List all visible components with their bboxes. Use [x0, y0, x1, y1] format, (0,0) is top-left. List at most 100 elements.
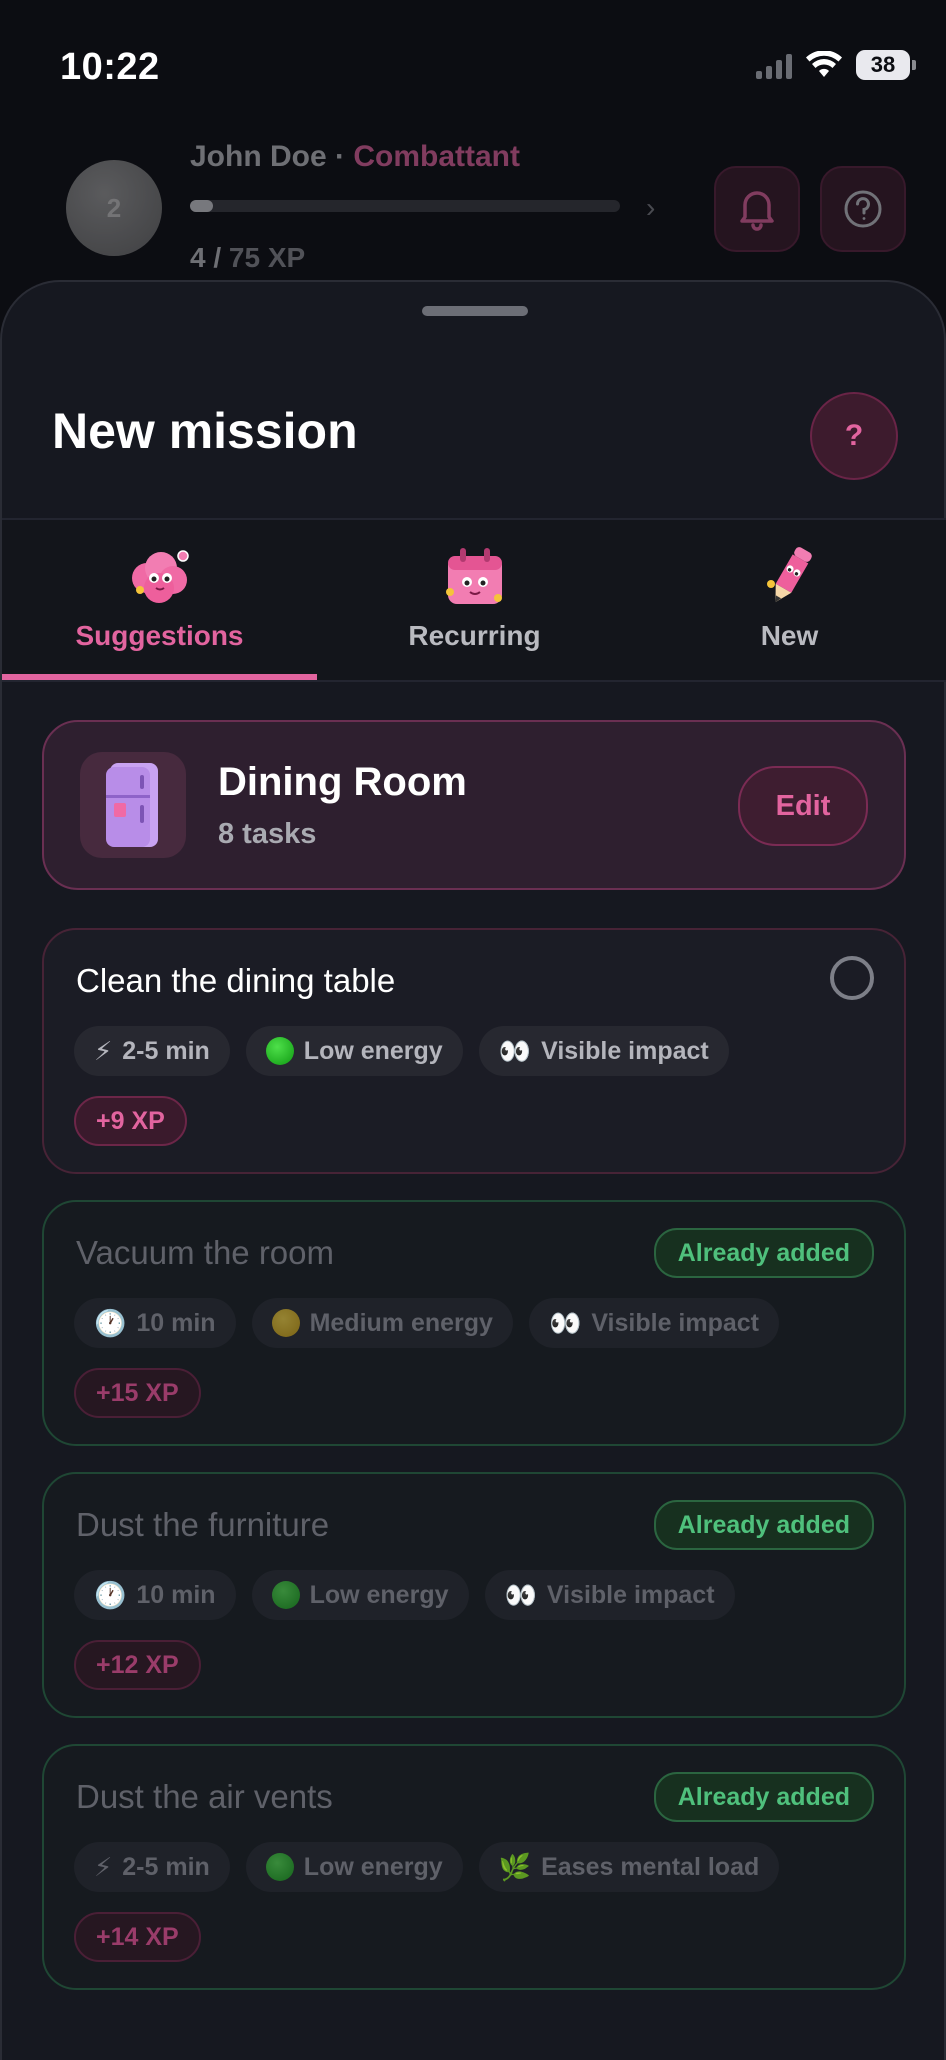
avatar[interactable]: 2 — [66, 160, 162, 256]
question-circle-icon — [844, 190, 882, 228]
wifi-icon — [806, 51, 842, 77]
task-card[interactable]: Dust the air vents Already added ⚡ 2-5 mi… — [42, 1744, 906, 1990]
tab-label: Suggestions — [75, 620, 244, 651]
energy-chip: Low energy — [251, 1570, 469, 1620]
xp-progress-fill — [190, 200, 213, 212]
eyes-icon: 👀 — [498, 1035, 532, 1066]
energy-label: Low energy — [303, 1036, 443, 1065]
help-button[interactable] — [820, 166, 906, 252]
room-task-count: 8 tasks — [218, 818, 317, 850]
chevron-right-icon[interactable]: › — [646, 192, 655, 224]
xp-progress-bar — [190, 200, 620, 212]
tab-recurring[interactable]: Recurring — [317, 520, 632, 680]
xp-reward-badge: +15 XP — [74, 1368, 201, 1418]
profile-header: 2 John Doe · Combattant › 4 / 75 XP — [0, 140, 946, 290]
impact-label: Visible impact — [541, 1036, 709, 1065]
task-card[interactable]: Dust the furniture Already added 🕐 10 min… — [42, 1472, 906, 1718]
user-name: John Doe — [190, 140, 327, 173]
calendar-mascot-icon — [445, 548, 502, 604]
edit-room-button[interactable]: Edit — [738, 766, 868, 846]
task-card[interactable]: Clean the dining table ⚡ 2-5 min Low ener… — [42, 928, 906, 1174]
sheet-grabber[interactable] — [422, 306, 528, 316]
task-title: Clean the dining table — [76, 962, 396, 999]
xp-reward-badge: +12 XP — [74, 1640, 201, 1690]
energy-dot-icon — [271, 1581, 300, 1609]
help-label: ? — [844, 419, 864, 452]
energy-chip: Low energy — [245, 1842, 463, 1892]
sheet-title: New mission — [52, 403, 358, 459]
impact-label: Eases mental load — [541, 1852, 760, 1881]
tab-label: New — [760, 620, 819, 651]
fridge-icon — [106, 763, 158, 847]
duration-label: 2-5 min — [122, 1036, 210, 1065]
duration-label: 10 min — [136, 1308, 216, 1337]
energy-label: Low energy — [303, 1852, 443, 1881]
xp-current: 4 / — [190, 242, 229, 273]
task-title: Vacuum the room — [76, 1234, 335, 1271]
task-title: Dust the air vents — [76, 1778, 333, 1815]
eyes-icon: 👀 — [504, 1579, 537, 1610]
energy-label: Low energy — [309, 1580, 449, 1609]
already-added-badge: Already added — [653, 1772, 874, 1822]
duration-chip: ⚡ 2-5 min — [74, 1842, 230, 1892]
status-icons: 38 — [756, 50, 916, 80]
eyes-icon: 👀 — [548, 1307, 582, 1338]
task-card[interactable]: Vacuum the room Already added 🕐 10 min Me… — [42, 1200, 906, 1446]
energy-chip: Medium energy — [251, 1298, 513, 1348]
avatar-level: 2 — [106, 192, 122, 223]
already-added-badge: Already added — [653, 1500, 874, 1550]
duration-label: 2-5 min — [122, 1852, 210, 1881]
duration-label: 10 min — [136, 1580, 216, 1609]
impact-chip: 👀 Visible impact — [528, 1298, 779, 1348]
task-tags: 🕐 10 min Medium energy 👀 Visible impact — [74, 1298, 779, 1348]
edit-label: Edit — [775, 789, 831, 822]
xp-max: 75 XP — [228, 242, 306, 273]
already-added-badge: Already added — [653, 1228, 874, 1278]
tab-label: Recurring — [408, 620, 541, 651]
name-separator: · — [326, 140, 354, 173]
duration-chip: 🕐 10 min — [74, 1570, 236, 1620]
room-card: Dining Room 8 tasks Edit — [42, 720, 906, 890]
battery-level: 38 — [870, 52, 896, 77]
battery-indicator: 38 — [856, 50, 916, 80]
cellular-signal-icon — [756, 51, 792, 79]
xp-reward-badge: +9 XP — [74, 1096, 187, 1146]
herb-icon: 🌿 — [498, 1851, 532, 1882]
impact-chip: 👀 Visible impact — [478, 1026, 729, 1076]
energy-chip: Low energy — [245, 1026, 463, 1076]
brain-mascot-icon — [131, 550, 189, 603]
duration-chip: 🕐 10 min — [74, 1298, 236, 1348]
xp-reward-badge: +14 XP — [74, 1912, 201, 1962]
mission-help-button[interactable]: ? — [810, 392, 898, 480]
pencil-mascot-icon — [766, 547, 812, 603]
energy-dot-icon — [271, 1309, 300, 1337]
tab-suggestions[interactable]: Suggestions — [2, 520, 317, 680]
room-name: Dining Room — [218, 760, 467, 804]
energy-label: Medium energy — [309, 1308, 493, 1337]
notifications-button[interactable] — [714, 166, 800, 252]
status-time: 10:22 — [60, 46, 160, 88]
bell-icon — [740, 191, 774, 231]
tab-new[interactable]: New — [632, 520, 946, 680]
xp-counter: 4 / 75 XP — [190, 242, 305, 274]
clock-icon: 🕐 — [94, 1307, 127, 1338]
impact-chip: 👀 Visible impact — [484, 1570, 735, 1620]
task-tags: ⚡ 2-5 min Low energy 👀 Visible impact — [74, 1026, 729, 1076]
task-checkbox[interactable] — [830, 956, 874, 1000]
divider — [2, 680, 946, 682]
duration-chip: ⚡ 2-5 min — [74, 1026, 230, 1076]
user-rank: Combattant — [353, 140, 520, 173]
lightning-icon: ⚡ — [94, 1035, 113, 1066]
impact-label: Visible impact — [546, 1580, 715, 1609]
energy-dot-icon — [265, 1853, 294, 1881]
new-mission-sheet: New mission ? Suggestions Recurring New … — [0, 280, 946, 2060]
impact-chip: 🌿 Eases mental load — [478, 1842, 780, 1892]
task-tags: ⚡ 2-5 min Low energy 🌿 Eases mental load — [74, 1842, 780, 1892]
clock-icon: 🕐 — [94, 1579, 127, 1610]
task-title: Dust the furniture — [76, 1506, 330, 1543]
lightning-icon: ⚡ — [94, 1851, 113, 1882]
impact-label: Visible impact — [591, 1308, 759, 1337]
mission-tabs: Suggestions Recurring New — [2, 520, 946, 680]
user-name-rank: John Doe · Combattant — [190, 140, 520, 174]
task-tags: 🕐 10 min Low energy 👀 Visible impact — [74, 1570, 735, 1620]
